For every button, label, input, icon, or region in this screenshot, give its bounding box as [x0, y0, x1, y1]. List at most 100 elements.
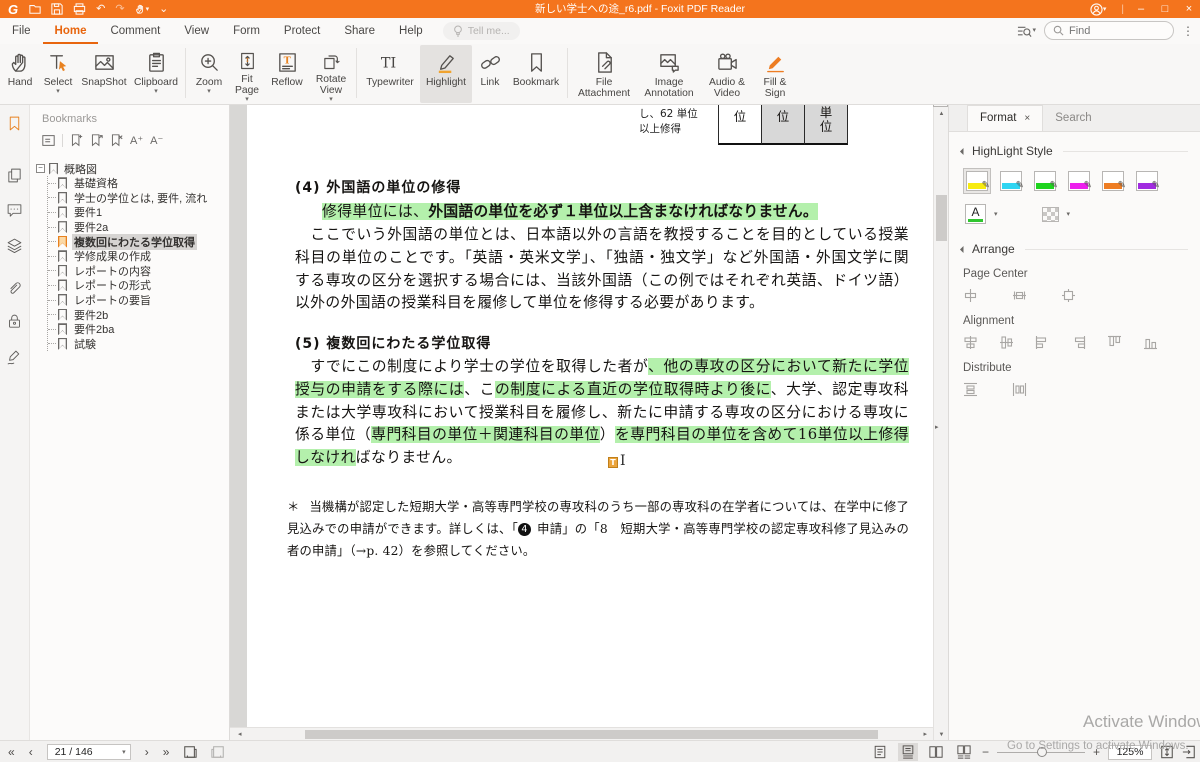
bookmark-item[interactable]: 複数回にわたる学位取得	[48, 234, 229, 249]
customize-toolbar-icon[interactable]: ⌄	[159, 0, 168, 18]
highlight-style-purple[interactable]: ✎	[1133, 168, 1161, 194]
bookmark-item[interactable]: 要件1	[48, 205, 229, 220]
align-bottom-button[interactable]	[1143, 335, 1158, 350]
horizontal-scrollbar-thumb[interactable]	[305, 730, 878, 739]
bookmark-item[interactable]: 要件2a	[48, 220, 229, 235]
attachments-panel-icon[interactable]	[6, 280, 23, 297]
arrange-header[interactable]: Arrange	[961, 242, 1188, 256]
pdf-page[interactable]: し、62 単位 以上修得 位 位 単位 (4) 外国語の単位の修得 修得単位には…	[247, 105, 933, 727]
tab-help[interactable]: Help	[387, 18, 435, 44]
align-right-button[interactable]	[1071, 335, 1086, 350]
tab-format[interactable]: Format×	[967, 105, 1043, 131]
redo-icon[interactable]: ↷	[115, 0, 124, 18]
align-v-center-button[interactable]	[999, 335, 1014, 350]
first-page-button[interactable]: «	[8, 745, 15, 759]
comments-panel-icon[interactable]	[6, 202, 23, 219]
pages-panel-icon[interactable]	[6, 167, 23, 184]
caret-icon[interactable]: ▾	[1067, 211, 1071, 218]
snapshot-button[interactable]: SnapShot	[78, 45, 130, 103]
highlight-style-orange[interactable]: ✎	[1099, 168, 1127, 194]
security-panel-icon[interactable]	[6, 313, 23, 330]
highlight-style-header[interactable]: HighLight Style	[961, 144, 1188, 158]
zoom-out-button[interactable]: −	[982, 745, 989, 759]
tab-home[interactable]: Home	[43, 18, 99, 44]
layers-panel-icon[interactable]	[6, 237, 23, 254]
typewriter-annotation-marker[interactable]: T	[608, 457, 618, 468]
align-h-center-button[interactable]	[963, 335, 978, 350]
scroll-down-icon[interactable]: ▼	[934, 732, 949, 738]
zoom-level-box[interactable]: 125%	[1108, 745, 1152, 760]
more-options-icon[interactable]: ⋮	[1182, 24, 1194, 38]
file-attachment-button[interactable]: File Attachment	[571, 45, 637, 103]
align-left-button[interactable]	[1035, 335, 1050, 350]
shrink-font-icon[interactable]: A⁻	[150, 134, 163, 147]
scroll-up-icon[interactable]: ▲	[934, 111, 949, 117]
bookmark-item[interactable]: レポートの形式	[48, 278, 229, 293]
page-number-box[interactable]: 21 / 146▾	[47, 744, 131, 760]
image-annotation-button[interactable]: Image Annotation	[637, 45, 701, 103]
continuous-facing-view-button[interactable]	[954, 743, 974, 761]
collapse-box-icon[interactable]: −	[36, 164, 45, 173]
bookmark-item[interactable]: 基礎資格	[48, 176, 229, 191]
bookmark-options-icon[interactable]	[42, 134, 55, 147]
bookmark-item[interactable]: 試験	[48, 337, 229, 352]
caret-icon[interactable]: ▾	[994, 211, 998, 218]
bookmark-root[interactable]: − 概略図	[36, 161, 229, 176]
bookmark-item[interactable]: レポートの要旨	[48, 293, 229, 308]
print-icon[interactable]	[73, 0, 86, 18]
next-page-button[interactable]: ›	[145, 745, 149, 759]
rotate-view-button[interactable]: Rotate View ▾	[309, 45, 353, 103]
highlight-style-green[interactable]: ✎	[1031, 168, 1059, 194]
bookmark-item[interactable]: 要件2b	[48, 307, 229, 322]
open-file-icon[interactable]	[29, 0, 41, 18]
add-bookmark-icon[interactable]	[70, 134, 83, 147]
highlight-style-cyan[interactable]: ✎	[997, 168, 1025, 194]
tab-comment[interactable]: Comment	[98, 18, 172, 44]
next-view-button[interactable]	[211, 745, 225, 759]
previous-view-button[interactable]	[183, 745, 197, 759]
reflow-button[interactable]: T Reflow	[265, 45, 309, 103]
tab-share[interactable]: Share	[332, 18, 387, 44]
continuous-view-button[interactable]	[898, 743, 918, 761]
zoom-button[interactable]: Zoom ▾	[189, 45, 229, 103]
facing-view-button[interactable]	[926, 743, 946, 761]
save-icon[interactable]	[51, 0, 63, 18]
center-vertically-button[interactable]	[963, 288, 978, 303]
tab-view[interactable]: View	[172, 18, 221, 44]
tab-protect[interactable]: Protect	[272, 18, 332, 44]
opacity-button[interactable]	[1042, 207, 1059, 222]
tab-search[interactable]: Search	[1043, 106, 1103, 131]
panel-splitter-icon[interactable]: ▸	[935, 423, 939, 431]
fill-sign-button[interactable]: Fill & Sign	[753, 45, 797, 103]
vertical-scrollbar-thumb[interactable]	[936, 195, 947, 241]
highlight-style-yellow[interactable]: ✎	[963, 168, 991, 194]
bookmark-item[interactable]: 学修成果の作成	[48, 249, 229, 264]
bookmark-item[interactable]: 要件2ba	[48, 322, 229, 337]
delete-bookmark-icon[interactable]	[110, 134, 123, 147]
align-top-button[interactable]	[1107, 335, 1122, 350]
hand-mode-icon[interactable]: ▾	[135, 0, 150, 18]
account-icon[interactable]: ▾	[1090, 0, 1107, 18]
typewriter-button[interactable]: TI Typewriter	[360, 45, 420, 103]
distribute-vertically-button[interactable]	[963, 382, 978, 397]
vertical-scrollbar[interactable]: ▲ ▸ ▼	[933, 105, 948, 740]
tab-form[interactable]: Form	[221, 18, 272, 44]
tab-file[interactable]: File	[0, 18, 43, 44]
bookmark-button[interactable]: Bookmark	[508, 45, 564, 103]
fit-page-button-status[interactable]	[1182, 745, 1196, 759]
advanced-search-icon[interactable]: ▾	[1017, 24, 1036, 38]
close-button[interactable]: ×	[1182, 0, 1196, 18]
find-box[interactable]	[1044, 21, 1174, 40]
text-color-button[interactable]: A	[965, 204, 986, 224]
hand-button[interactable]: Hand	[2, 45, 38, 103]
insert-bookmark-icon[interactable]	[90, 134, 103, 147]
fit-page-button[interactable]: ↕ Fit Page ▾	[229, 45, 265, 103]
zoom-slider[interactable]	[997, 743, 1085, 761]
audio-video-button[interactable]: Audio & Video	[701, 45, 753, 103]
signature-panel-icon[interactable]	[6, 349, 23, 366]
distribute-horizontally-button[interactable]	[1012, 382, 1027, 397]
tell-me-box[interactable]: Tell me...	[443, 22, 520, 40]
zoom-in-button[interactable]: +	[1093, 745, 1100, 759]
center-horizontally-button[interactable]	[1012, 288, 1027, 303]
single-page-view-button[interactable]	[870, 743, 890, 761]
